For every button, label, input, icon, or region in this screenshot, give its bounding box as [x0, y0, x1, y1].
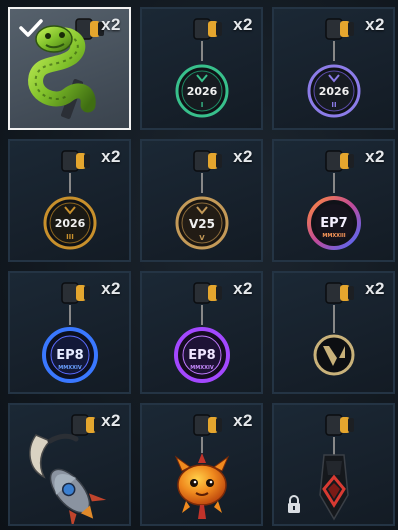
item-count: x2 [365, 15, 385, 34]
charm-tile-serpent[interactable]: x2 [8, 7, 131, 130]
medal-sub: MMXXIII [322, 233, 345, 239]
charm-tile-rocket-karambit[interactable]: x2 [8, 403, 131, 526]
medal-sub: I [201, 101, 204, 109]
item-count: x2 [101, 147, 121, 166]
item-count: x2 [101, 15, 121, 34]
charm-tile-ep8-blue[interactable]: EP8 MMXXIV x2 [8, 271, 131, 394]
check-icon [19, 19, 43, 37]
medal-sub: II [331, 101, 336, 109]
item-count: x2 [101, 279, 121, 298]
medal-label: 2026 [55, 217, 86, 230]
medal-label: EP8 [188, 348, 215, 363]
item-count: x2 [365, 147, 385, 166]
medal-label: EP8 [56, 348, 83, 363]
medal-label: 2026 [319, 85, 350, 98]
medal-sub: MMXXIV [58, 365, 82, 371]
item-count: x2 [233, 279, 253, 298]
medal-sub: III [66, 233, 74, 241]
item-count: x2 [233, 15, 253, 34]
charm-tile-ep7[interactable]: EP7 MMXXIII x2 [272, 139, 395, 262]
charm-tile-2026-i[interactable]: 2026 I x2 [140, 7, 263, 130]
charm-tile-2026-iii[interactable]: 2026 III x2 [8, 139, 131, 262]
medal-label: EP7 [320, 216, 347, 231]
item-count: x2 [365, 279, 385, 298]
inventory-panel: x2 2026 I x2 2026 II x2 2026 III x2 V25 … [0, 0, 398, 530]
medal-sub: MMXXIV [190, 365, 214, 371]
charm-tile-valorant-logo[interactable]: x2 [272, 271, 395, 394]
charm-tile-ep8-purple[interactable]: EP8 MMXXIV x2 [140, 271, 263, 394]
item-count: x2 [233, 411, 253, 430]
charm-tile-locked-pendant[interactable] [272, 403, 395, 526]
charm-tile-v25[interactable]: V25 V x2 [140, 139, 263, 262]
medal-sub: V [199, 234, 205, 242]
charm-tile-2026-ii[interactable]: 2026 II x2 [272, 7, 395, 130]
charm-grid: x2 2026 I x2 2026 II x2 2026 III x2 V25 … [8, 7, 395, 526]
item-count: x2 [233, 147, 253, 166]
charm-tile-orange-creature[interactable]: x2 [140, 403, 263, 526]
medal-label: 2026 [187, 85, 218, 98]
item-count: x2 [101, 411, 121, 430]
medal-label: V25 [189, 217, 215, 231]
lock-icon [288, 495, 300, 513]
